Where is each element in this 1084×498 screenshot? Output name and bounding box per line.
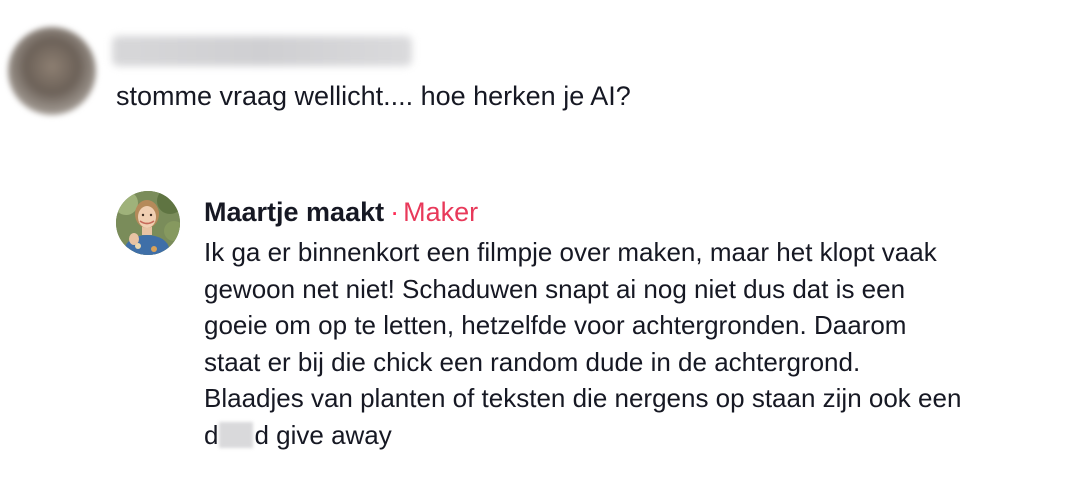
reply-text-fragment: d — [204, 419, 219, 450]
reply-text-line: gewoon net niet! Schaduwen snapt ai nog … — [204, 273, 906, 304]
reply-text-line: Blaadjes van planten of teksten die nerg… — [204, 383, 962, 413]
reply-text-line: Ik ga er binnenkort een filmpje over mak… — [204, 237, 937, 267]
reply-author-name[interactable]: Maartje maakt — [204, 197, 384, 227]
reply-text-line-last: d d give away — [204, 417, 1074, 454]
reply-text-fragment: d give away — [254, 419, 392, 450]
commenter-username-redacted[interactable] — [112, 36, 412, 66]
censored-word-blur — [219, 421, 254, 448]
commenter-avatar[interactable] — [8, 27, 96, 115]
reply-text-line: goeie om op te letten, hetzelfde voor ac… — [204, 310, 907, 340]
comment-text: stomme vraag wellicht.... hoe herken je … — [116, 81, 631, 111]
separator-dot: · — [390, 197, 400, 227]
reply-text: Ik ga er binnenkort een filmpje over mak… — [204, 234, 1074, 453]
reply-header: Maartje maakt · Maker — [204, 194, 478, 230]
reply-text-line: staat er bij die chick een random dude i… — [204, 346, 861, 377]
maker-avatar[interactable] — [116, 191, 180, 255]
maker-badge: Maker — [403, 197, 479, 227]
maker-avatar-image — [116, 191, 180, 255]
